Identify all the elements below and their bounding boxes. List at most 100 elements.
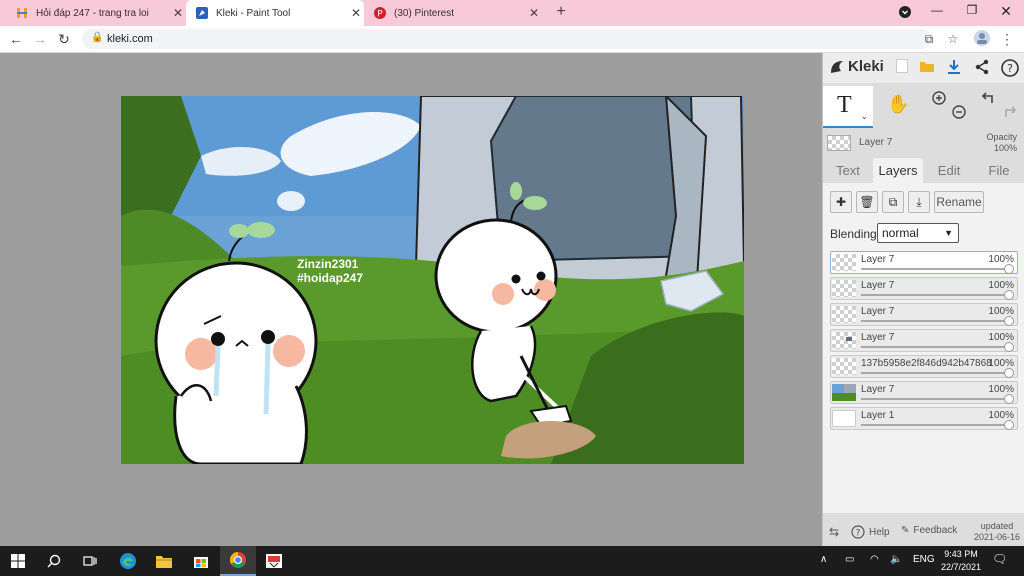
- snipping-tool-icon[interactable]: [256, 546, 292, 576]
- updated-date: 2021-06-16: [973, 532, 1020, 542]
- blending-select[interactable]: normal ▼: [877, 223, 959, 243]
- tab-file[interactable]: File: [974, 158, 1024, 183]
- layer-row[interactable]: Layer 7 100%: [830, 329, 1018, 352]
- layer-name: 137b5958e2f846d942b47868: [861, 358, 992, 369]
- close-window-icon[interactable]: ✕: [991, 3, 1021, 20]
- open-folder-icon[interactable]: [918, 59, 936, 77]
- slider-knob[interactable]: [1004, 316, 1014, 326]
- bookmark-star-icon[interactable]: ☆: [944, 30, 962, 48]
- chevron-down-icon[interactable]: ⌄: [861, 112, 868, 121]
- zoom-out-icon[interactable]: [951, 104, 967, 125]
- slider-knob[interactable]: [1004, 290, 1014, 300]
- tab-search-icon[interactable]: [890, 3, 920, 21]
- volume-icon[interactable]: 🔈: [890, 554, 902, 565]
- layer-name: Layer 7: [861, 280, 895, 291]
- watermark-line2: #hoidap247: [297, 271, 363, 285]
- layer-row[interactable]: Layer 7 100%: [830, 303, 1018, 326]
- layer-row[interactable]: Layer 1 100%: [830, 407, 1018, 430]
- restore-icon[interactable]: ❐: [957, 3, 987, 17]
- profile-avatar-icon[interactable]: [973, 30, 991, 48]
- layer-opacity-slider[interactable]: [861, 268, 1009, 270]
- windows-start-icon[interactable]: [0, 546, 36, 576]
- download-icon[interactable]: [945, 59, 963, 77]
- undo-icon[interactable]: [981, 90, 997, 111]
- layer-opacity-slider[interactable]: [861, 398, 1009, 400]
- layer-row[interactable]: Layer 7 100%: [830, 251, 1018, 274]
- opacity-label: Opacity: [986, 132, 1017, 142]
- notification-icon[interactable]: 🗨: [992, 552, 1007, 566]
- help-link[interactable]: ? Help: [851, 525, 890, 539]
- store-icon[interactable]: [183, 546, 219, 576]
- hand-tool-icon[interactable]: ✋: [887, 94, 909, 115]
- layer-opacity-slider[interactable]: [861, 372, 1009, 374]
- panel-tabs: Text Layers Edit File: [823, 158, 1024, 183]
- merge-down-button[interactable]: ⤓: [908, 191, 930, 213]
- add-layer-button[interactable]: ✚: [830, 191, 852, 213]
- menu-kebab-icon[interactable]: ⋮: [998, 30, 1016, 48]
- translate-icon[interactable]: ⧉: [920, 30, 938, 48]
- kleki-side-panel: Kleki ? T ⌄ ✋ Layer 7 Opacity 100% Text …: [822, 53, 1024, 546]
- reload-icon[interactable]: ↻: [55, 30, 73, 48]
- minimize-icon[interactable]: —: [922, 3, 952, 17]
- layer-row[interactable]: Layer 7 100%: [830, 381, 1018, 404]
- svg-text:?: ?: [1007, 62, 1013, 75]
- tab-close-icon[interactable]: ✕: [526, 6, 542, 20]
- language-indicator[interactable]: ENG: [913, 554, 935, 565]
- tab-kleki[interactable]: Kleki - Paint Tool ✕: [186, 0, 364, 26]
- drawing-canvas[interactable]: Zinzin2301 #hoidap247: [121, 96, 744, 464]
- svg-text:?: ?: [856, 529, 861, 539]
- layer-opacity-slider[interactable]: [861, 320, 1009, 322]
- new-file-icon[interactable]: [893, 59, 911, 77]
- redo-icon[interactable]: [1001, 104, 1017, 125]
- share-icon[interactable]: [973, 59, 991, 77]
- tab-hoidap[interactable]: Hỏi đáp 247 - trang tra loi ✕: [6, 0, 186, 26]
- wifi-icon[interactable]: ◠: [870, 554, 879, 565]
- edge-icon[interactable]: [110, 546, 146, 576]
- tab-close-icon[interactable]: ✕: [348, 6, 364, 20]
- file-explorer-icon[interactable]: [146, 546, 182, 576]
- swap-side-icon[interactable]: ⇆: [829, 525, 839, 539]
- tab-layers[interactable]: Layers: [873, 158, 923, 183]
- layer-opacity-slider[interactable]: [861, 424, 1009, 426]
- tab-close-icon[interactable]: ✕: [170, 6, 186, 20]
- delete-layer-button[interactable]: 🗑: [856, 191, 878, 213]
- feedback-label: Feedback: [913, 525, 958, 536]
- battery-icon[interactable]: ▭: [845, 554, 854, 565]
- text-tool-button[interactable]: T ⌄: [823, 86, 873, 128]
- chrome-icon[interactable]: [220, 546, 256, 576]
- layer-opacity-slider[interactable]: [861, 294, 1009, 296]
- kleki-logo[interactable]: Kleki: [829, 58, 884, 75]
- duplicate-layer-button[interactable]: ⧉: [882, 191, 904, 213]
- task-view-icon[interactable]: [72, 546, 108, 576]
- feedback-pencil-icon: ✎: [901, 525, 910, 536]
- tab-text[interactable]: Text: [823, 158, 873, 183]
- new-tab-button[interactable]: +: [552, 3, 570, 21]
- help-circle-icon[interactable]: ?: [1001, 59, 1019, 77]
- layer-row[interactable]: 137b5958e2f846d942b47868 100%: [830, 355, 1018, 378]
- tab-edit[interactable]: Edit: [924, 158, 974, 183]
- rename-button[interactable]: Rename: [934, 191, 984, 213]
- search-icon[interactable]: [36, 546, 72, 576]
- back-icon[interactable]: ←: [7, 30, 25, 48]
- pinterest-favicon-icon: P: [374, 7, 386, 19]
- show-hidden-icons-icon[interactable]: ∧: [820, 554, 827, 565]
- slider-knob[interactable]: [1004, 264, 1014, 274]
- slider-knob[interactable]: [1004, 394, 1014, 404]
- forward-icon[interactable]: →: [31, 30, 49, 48]
- layer-row[interactable]: Layer 7 100%: [830, 277, 1018, 300]
- slider-knob[interactable]: [1004, 420, 1014, 430]
- layer-opacity-slider[interactable]: [861, 346, 1009, 348]
- tab-title: (30) Pinterest: [394, 7, 455, 19]
- text-tool-icon: T: [837, 92, 852, 118]
- feedback-link[interactable]: ✎ Feedback: [901, 525, 957, 536]
- canvas-workspace[interactable]: Zinzin2301 #hoidap247: [0, 53, 822, 546]
- layer-thumbnail: [832, 332, 856, 349]
- slider-knob[interactable]: [1004, 342, 1014, 352]
- layer-thumbnail: [832, 306, 856, 323]
- system-clock[interactable]: 9:43 PM 22/7/2021: [936, 548, 986, 574]
- slider-knob[interactable]: [1004, 368, 1014, 378]
- zoom-in-icon[interactable]: [931, 90, 947, 111]
- address-bar[interactable]: 🔒 kleki.com: [82, 29, 932, 49]
- tab-pinterest[interactable]: P (30) Pinterest ✕: [364, 0, 542, 26]
- updated-label: updated: [980, 521, 1014, 531]
